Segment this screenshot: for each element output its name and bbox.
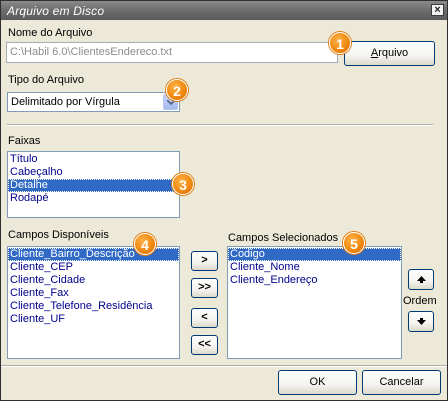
faixas-item-selected[interactable]: Detalhe [8, 179, 179, 192]
available-field-item[interactable]: Cliente_Cidade [8, 274, 179, 287]
selected-field-item[interactable]: Cliente_Nome [228, 261, 401, 274]
available-field-item[interactable]: Cliente_CEP [8, 261, 179, 274]
faixas-listbox[interactable]: Título Cabeçalho Detalhe Rodapé [7, 151, 180, 218]
file-type-select[interactable]: Delimitado por Vírgula [7, 92, 180, 112]
callout-badge-5: 5 [343, 232, 365, 254]
faixas-label: Faixas [8, 135, 41, 147]
faixas-item[interactable]: Título [8, 153, 179, 166]
add-all-fields-button[interactable]: >> [191, 278, 218, 298]
callout-badge-1: 1 [329, 32, 351, 54]
add-field-button[interactable]: > [191, 251, 218, 271]
available-field-item[interactable]: Cliente_UF [8, 313, 179, 326]
separator [7, 124, 433, 126]
selected-field-item[interactable]: Cliente_Endereço [228, 274, 401, 287]
window-title: Arquivo em Disco [7, 4, 105, 18]
footer-separator [1, 365, 447, 367]
close-button[interactable]: × [431, 4, 444, 16]
remove-all-fields-button[interactable]: << [191, 335, 218, 355]
file-path-field[interactable]: C:\Habil 6.0\ClientesEndereco.txt [6, 42, 338, 63]
faixas-item[interactable]: Cabeçalho [8, 166, 179, 179]
selected-fields-label: Campos Selecionados [228, 232, 339, 244]
arrow-up-icon [417, 276, 426, 283]
move-up-button[interactable] [408, 269, 434, 290]
remove-field-button[interactable]: < [191, 308, 218, 328]
faixas-item[interactable]: Rodapé [8, 192, 179, 205]
callout-badge-2: 2 [166, 79, 188, 101]
cancel-button[interactable]: Cancelar [362, 370, 441, 395]
callout-badge-4: 4 [134, 233, 156, 255]
move-down-button[interactable] [408, 311, 434, 332]
browse-file-button[interactable]: Arquivo [344, 41, 435, 66]
file-type-value: Delimitado por Vírgula [11, 96, 120, 108]
selected-field-item-selected[interactable]: Codigo [228, 248, 401, 261]
available-field-item[interactable]: Cliente_Telefone_Residência [8, 300, 179, 313]
close-icon: × [434, 4, 441, 16]
file-name-label: Nome do Arquivo [8, 27, 93, 39]
available-fields-label: Campos Disponíveis [8, 229, 109, 241]
available-fields-listbox[interactable]: Cliente_Bairro_Descrição Cliente_CEP Cli… [7, 246, 180, 359]
ok-button[interactable]: OK [278, 370, 357, 395]
dialog-window: Arquivo em Disco × Nome do Arquivo C:\Ha… [0, 0, 448, 401]
order-label: Ordem [403, 295, 437, 307]
callout-badge-3: 3 [172, 173, 194, 195]
arrow-down-icon [417, 318, 426, 325]
file-type-label: Tipo do Arquivo [8, 74, 85, 86]
selected-fields-listbox[interactable]: Codigo Cliente_Nome Cliente_Endereço [227, 246, 402, 359]
title-bar[interactable]: Arquivo em Disco × [1, 1, 447, 20]
available-field-item[interactable]: Cliente_Fax [8, 287, 179, 300]
